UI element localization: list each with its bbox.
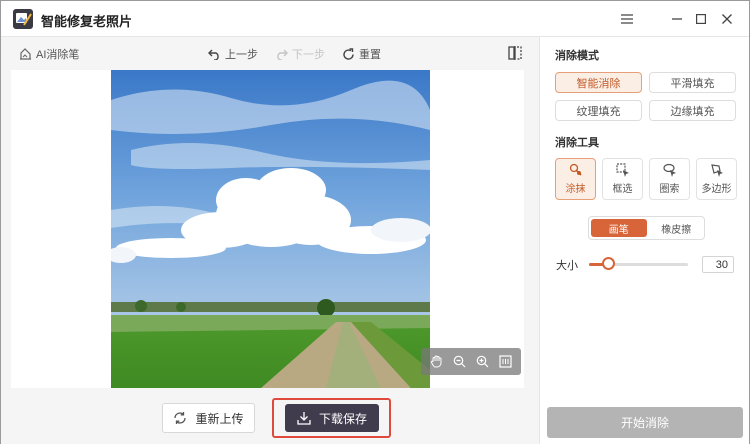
lasso-icon bbox=[662, 163, 676, 177]
zoom-controls bbox=[421, 348, 521, 375]
compare-button[interactable] bbox=[508, 46, 522, 60]
size-value-input[interactable]: 30 bbox=[702, 256, 734, 273]
brush-mode-pen[interactable]: 画笔 bbox=[591, 219, 647, 237]
start-erase-button[interactable]: 开始消除 bbox=[547, 407, 743, 438]
ai-eraser-button[interactable]: AI消除笔 bbox=[19, 46, 79, 62]
brush-mode-eraser[interactable]: 橡皮擦 bbox=[649, 217, 705, 239]
tool-lasso-label: 圈索 bbox=[659, 184, 680, 195]
hand-icon[interactable] bbox=[430, 355, 443, 368]
tool-polygon-label: 多边形 bbox=[701, 184, 732, 195]
redo-button[interactable]: 下一步 bbox=[275, 46, 325, 62]
brush-icon bbox=[569, 163, 582, 176]
undo-button[interactable]: 上一步 bbox=[208, 46, 258, 62]
fit-screen-icon[interactable] bbox=[499, 355, 512, 368]
zoom-out-icon[interactable] bbox=[453, 355, 466, 368]
photo-image bbox=[111, 70, 430, 388]
size-slider-handle[interactable] bbox=[602, 257, 616, 270]
download-save-label: 下载保存 bbox=[318, 411, 367, 426]
tool-section-title: 消除工具 bbox=[555, 137, 599, 149]
refresh-icon bbox=[174, 412, 187, 424]
tool-brush[interactable]: 涂抹 bbox=[555, 158, 596, 200]
size-label: 大小 bbox=[556, 260, 578, 272]
mode-edge-fill-label: 边缘填充 bbox=[670, 105, 715, 118]
title-bar: 智能修复老照片 bbox=[1, 1, 749, 37]
download-save-button[interactable]: 下载保存 bbox=[285, 404, 379, 432]
tool-lasso[interactable]: 圈索 bbox=[649, 158, 690, 200]
reupload-button[interactable]: 重新上传 bbox=[162, 403, 255, 433]
polygon-icon bbox=[710, 164, 723, 177]
reset-icon bbox=[343, 47, 354, 60]
undo-label: 上一步 bbox=[225, 49, 258, 61]
redo-icon bbox=[277, 49, 288, 60]
menu-icon[interactable] bbox=[617, 9, 637, 29]
undo-icon bbox=[208, 49, 219, 60]
image-canvas[interactable] bbox=[11, 70, 524, 388]
reset-label: 重置 bbox=[359, 49, 381, 61]
box-select-icon bbox=[615, 163, 629, 177]
work-area: AI消除笔 上一步 下一步 重置 重新上传 下载保存 bbox=[1, 37, 539, 444]
mode-smooth-fill[interactable]: 平滑填充 bbox=[649, 72, 736, 93]
redo-label: 下一步 bbox=[292, 49, 325, 61]
reset-button[interactable]: 重置 bbox=[342, 46, 381, 62]
eraser-icon bbox=[20, 48, 31, 60]
tool-box-select-label: 框选 bbox=[612, 184, 633, 195]
mode-smart-erase[interactable]: 智能消除 bbox=[555, 72, 642, 93]
close-icon[interactable] bbox=[717, 9, 737, 29]
mode-texture-fill[interactable]: 纹理填充 bbox=[555, 100, 642, 121]
mode-section-title: 消除模式 bbox=[555, 50, 599, 62]
compare-icon bbox=[508, 46, 522, 60]
mode-edge-fill[interactable]: 边缘填充 bbox=[649, 100, 736, 121]
maximize-icon[interactable] bbox=[691, 9, 711, 29]
minimize-icon[interactable] bbox=[667, 9, 687, 29]
mode-smooth-fill-label: 平滑填充 bbox=[670, 77, 715, 90]
app-logo-icon bbox=[13, 9, 33, 29]
ai-eraser-label: AI消除笔 bbox=[36, 49, 80, 61]
zoom-in-icon[interactable] bbox=[476, 355, 489, 368]
reupload-label: 重新上传 bbox=[195, 411, 244, 426]
tool-polygon[interactable]: 多边形 bbox=[696, 158, 737, 200]
settings-panel: 消除模式 智能消除 平滑填充 纹理填充 边缘填充 消除工具 涂抹 框选 圈索 多… bbox=[539, 37, 749, 444]
mode-texture-fill-label: 纹理填充 bbox=[576, 105, 621, 118]
app-window: 智能修复老照片 AI消除笔 上一步 下一步 重置 重新上传 下载保存 消除模式 … bbox=[0, 0, 750, 444]
mode-smart-erase-label: 智能消除 bbox=[576, 77, 621, 90]
brush-mode-toggle: 画笔 橡皮擦 bbox=[588, 216, 705, 240]
tool-brush-label: 涂抹 bbox=[565, 184, 586, 195]
download-icon bbox=[297, 412, 311, 425]
tool-box-select[interactable]: 框选 bbox=[602, 158, 643, 200]
app-title: 智能修复老照片 bbox=[41, 14, 133, 29]
